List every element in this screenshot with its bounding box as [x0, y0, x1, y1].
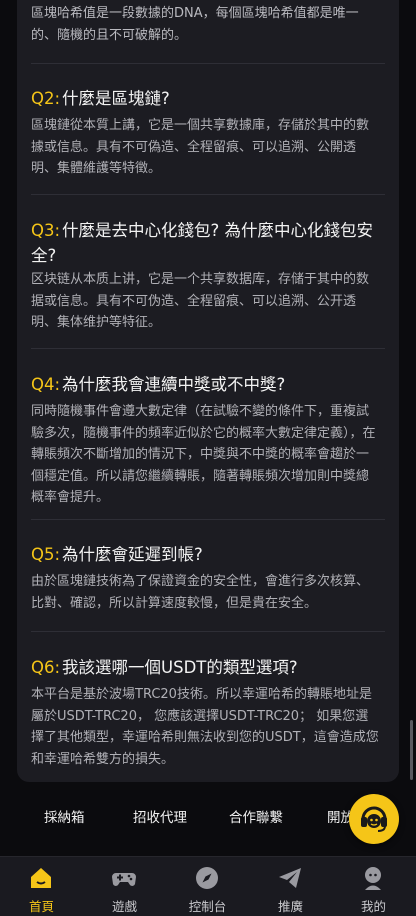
headset-icon [361, 806, 387, 832]
faq-question-q4[interactable]: Q4: 為什麼我會連續中獎或不中獎? [31, 372, 381, 397]
tab-label: 首頁 [28, 899, 54, 914]
faq-question-q2[interactable]: Q2: 什麼是區塊鏈? [31, 86, 381, 111]
divider [31, 348, 385, 349]
question-text: 為什麼會延遲到帳? [62, 545, 203, 564]
tab-label: 控制台 [188, 899, 227, 914]
question-text: 我該選哪一個USDT的類型選項? [62, 658, 298, 677]
question-number: Q4: [31, 375, 61, 394]
tab-label: 推廣 [277, 899, 303, 914]
divider [31, 519, 385, 520]
faq-answer-q6: 本平台是基於波場TRC20技術。所以幸運哈希的轉賬地址是屬於USDT-TRC20… [31, 687, 379, 767]
faq-answer-q2: 區塊鏈從本質上講，它是一個共享數據庫，存儲於其中的數據或信息。具有不可偽造、全程… [31, 118, 370, 176]
scrollbar[interactable] [410, 720, 413, 780]
user-icon [365, 867, 381, 890]
faq-answer-q5: 由於區塊鏈技術為了保證資金的安全性，會進行多次核算、比對、確認，所以計算速度較慢… [31, 574, 370, 611]
tab-label: 遊戲 [111, 899, 137, 914]
compass-icon [196, 867, 218, 889]
question-text: 什麼是區塊鏈? [62, 89, 170, 108]
faq-answer-q3: 区块链从本质上讲，它是一个共享数据库，存储于其中的数据或信息。具有不可伪造、全程… [31, 272, 370, 330]
home-icon [31, 868, 51, 888]
footer-link-cooperation[interactable]: 合作聯繫 [229, 806, 283, 826]
divider [31, 631, 385, 632]
divider [31, 63, 385, 64]
customer-service-button[interactable] [349, 794, 399, 844]
tab-promotion[interactable]: 推廣 [249, 857, 332, 916]
faq-question-q3[interactable]: Q3: 什麼是去中心化錢包? 為什麼中心化錢包安全? [31, 218, 381, 268]
question-number: Q5: [31, 545, 61, 564]
faq-answer-q1-tail: 區塊哈希值是一段數據的DNA，每個區塊哈希值都是唯一的、隨機的且不可破解的。 [31, 6, 359, 43]
footer-link-suggestion-box[interactable]: 採納箱 [44, 806, 85, 826]
tab-profile[interactable]: 我的 [332, 857, 415, 916]
divider [31, 194, 385, 195]
tab-label: 我的 [360, 899, 386, 914]
question-number: Q2: [31, 89, 61, 108]
question-number: Q6: [31, 658, 61, 677]
faq-question-q6[interactable]: Q6: 我該選哪一個USDT的類型選項? [31, 655, 381, 680]
question-number: Q3: [31, 221, 61, 240]
footer-link-agent-recruit[interactable]: 招收代理 [133, 806, 187, 826]
question-text: 什麼是去中心化錢包? 為什麼中心化錢包安全? [31, 221, 374, 265]
send-icon [279, 868, 301, 888]
tab-console[interactable]: 控制台 [166, 857, 249, 916]
tab-home[interactable]: 首頁 [0, 857, 83, 916]
faq-answer-q4: 同時隨機事件會遵大數定律（在試驗不變的條件下，重複試驗多次，隨機事件的頻率近似於… [31, 404, 376, 505]
bottom-tab-bar: 首頁 遊戲 控制台 推廣 我的 [0, 856, 416, 916]
gamepad-icon [112, 873, 136, 886]
tab-games[interactable]: 遊戲 [83, 857, 166, 916]
question-text: 為什麼我會連續中獎或不中獎? [62, 375, 286, 394]
faq-question-q5[interactable]: Q5: 為什麼會延遲到帳? [31, 542, 381, 567]
